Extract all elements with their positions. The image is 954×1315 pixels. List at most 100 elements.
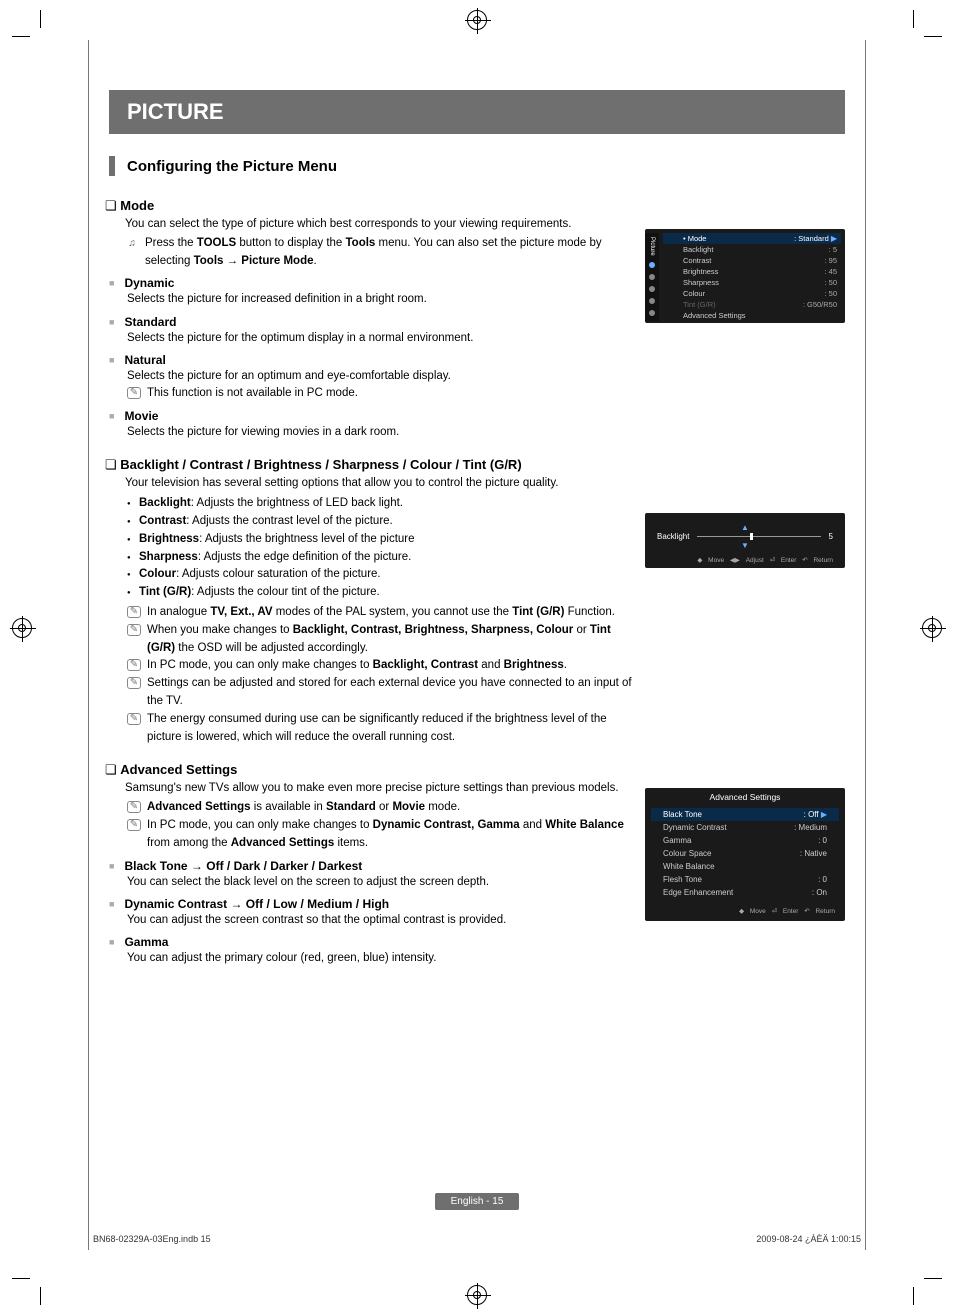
t: . xyxy=(564,659,567,671)
movie-heading: Movie xyxy=(109,409,635,423)
bc-item: Contrast: Adjusts the contrast level of … xyxy=(127,513,635,531)
osd-label: White Balance xyxy=(663,862,715,871)
gamma-heading: Gamma xyxy=(109,935,635,949)
bc-item: Tint (G/R): Adjusts the colour tint of t… xyxy=(127,584,635,602)
osd-row: Contrast : 95 xyxy=(659,255,845,266)
osd-row-selected: Black Tone : Off ▶ xyxy=(651,808,839,821)
heading-bar xyxy=(109,156,115,176)
adv-note-1: Advanced Settings is available in Standa… xyxy=(147,799,460,817)
t: Return xyxy=(815,908,835,915)
osd-row: Brightness : 45 xyxy=(659,266,845,277)
tools-icon: ♫ xyxy=(125,236,139,252)
t: In PC mode, you can only make changes to xyxy=(147,659,373,671)
natural-text: Selects the picture for an optimum and e… xyxy=(127,368,635,385)
t: Function. xyxy=(564,606,615,618)
osd-picture-menu: Picture • Mode : Standard ▶ Backlight: 5 xyxy=(645,229,845,323)
dyncontrast-text: You can adjust the screen contrast so th… xyxy=(127,912,635,929)
crop-mark xyxy=(913,1287,914,1305)
t: Enter xyxy=(781,557,797,564)
osd-value: : 50 xyxy=(824,289,837,298)
note-icon: ✎ xyxy=(127,624,141,636)
osd-label: Contrast xyxy=(683,256,711,265)
t: and xyxy=(520,819,546,831)
note-icon: ✎ xyxy=(127,387,141,399)
t: : Adjusts colour saturation of the pictu… xyxy=(176,568,381,580)
t: is available in xyxy=(251,801,326,813)
t: Move xyxy=(750,908,766,915)
arrow-right-icon: ▶ xyxy=(831,234,837,243)
arrow-down-icon: ▼ xyxy=(657,541,833,550)
t: Tint (G/R) xyxy=(139,586,191,598)
osd-row-selected: • Mode : Standard ▶ xyxy=(663,233,841,244)
bc-heading: Backlight / Contrast / Brightness / Shar… xyxy=(105,457,635,473)
adv-note-2: In PC mode, you can only make changes to… xyxy=(147,817,635,853)
page: PICTURE Configuring the Picture Menu Mod… xyxy=(88,40,866,1250)
slider-thumb xyxy=(750,533,753,540)
t: the OSD will be adjusted accordingly. xyxy=(175,642,368,654)
dynamic-text: Selects the picture for increased defini… xyxy=(127,291,635,308)
slider-label: Backlight xyxy=(657,532,689,541)
crop-mark xyxy=(40,10,41,28)
note-icon: ✎ xyxy=(127,659,141,671)
page-title: PICTURE xyxy=(109,90,845,134)
crop-mark xyxy=(924,36,942,37)
dyncontrast-heading: Dynamic Contrast → Off / Low / Medium / … xyxy=(109,897,635,911)
mode-intro: You can select the type of picture which… xyxy=(125,216,635,234)
osd-row: Advanced Settings xyxy=(659,310,845,321)
osd-sidebar-icon xyxy=(649,286,655,292)
note-icon: ✎ xyxy=(127,819,141,831)
osd-value: : 0 xyxy=(818,875,827,884)
natural-note: This function is not available in PC mod… xyxy=(147,385,358,403)
t: Tint (G/R) xyxy=(512,606,564,618)
osd-label: Colour xyxy=(683,289,705,298)
t: . xyxy=(314,255,317,267)
slider-track xyxy=(697,536,820,537)
bc-list: Backlight: Adjusts the brightness of LED… xyxy=(127,495,635,602)
t: Sharpness xyxy=(139,551,198,563)
osd-value: : Native xyxy=(800,849,827,858)
bc-note-2: When you make changes to Backlight, Cont… xyxy=(147,622,635,658)
t: Brightness xyxy=(504,659,564,671)
osd-value: : 95 xyxy=(824,256,837,265)
osd-value: : 50 xyxy=(824,278,837,287)
osd-label: Brightness xyxy=(683,267,718,276)
mode-heading: Mode xyxy=(105,198,635,214)
osd-label: Backlight xyxy=(683,245,713,254)
note-icon: ✎ xyxy=(127,606,141,618)
osd-sidebar-icon xyxy=(649,274,655,280)
bc-intro: Your television has several setting opti… xyxy=(125,475,635,493)
t: and xyxy=(478,659,504,671)
arrow-right-icon: ▶ xyxy=(821,810,827,819)
t: Backlight, Contrast, Brightness, Sharpne… xyxy=(293,624,574,636)
osd-label: Dynamic Contrast xyxy=(663,823,727,832)
osd-value: : G50/R50 xyxy=(803,300,837,309)
osd-row: Sharpness: 50 xyxy=(659,277,845,288)
osd-value: : 45 xyxy=(824,267,837,276)
osd-row: Gamma: 0 xyxy=(645,834,845,847)
t: Enter xyxy=(783,908,799,915)
t: or xyxy=(573,624,590,636)
content: PICTURE Configuring the Picture Menu Mod… xyxy=(89,40,865,967)
t: Colour xyxy=(139,568,176,580)
osd-value: : Off xyxy=(804,810,819,819)
crop-mark xyxy=(12,36,30,37)
t: Move xyxy=(708,557,724,564)
section-heading: Configuring the Picture Menu xyxy=(109,156,845,176)
t: Backlight xyxy=(139,497,191,509)
doc-footer-left: BN68-02329A-03Eng.indb 15 xyxy=(93,1234,211,1244)
osd-sidebar-icon xyxy=(649,262,655,268)
bc-item: Brightness: Adjusts the brightness level… xyxy=(127,531,635,549)
crop-mark xyxy=(40,1287,41,1305)
bc-item: Sharpness: Adjusts the edge definition o… xyxy=(127,549,635,567)
t: button to display the xyxy=(236,237,345,249)
page-number: English - 15 xyxy=(435,1193,520,1210)
doc-footer: BN68-02329A-03Eng.indb 15 2009-08-24 ¿ÀÈ… xyxy=(89,1234,865,1244)
t: Press the xyxy=(145,237,197,249)
t: Advanced Settings xyxy=(231,837,335,849)
arrow-up-icon: ▲ xyxy=(657,523,833,532)
osd-row: Edge Enhancement: On xyxy=(645,886,845,899)
osd-label: Flesh Tone xyxy=(663,875,702,884)
osd-sidebar-label: Picture xyxy=(649,237,655,256)
movie-text: Selects the picture for viewing movies i… xyxy=(127,424,635,441)
osd-row: Dynamic Contrast: Medium xyxy=(645,821,845,834)
